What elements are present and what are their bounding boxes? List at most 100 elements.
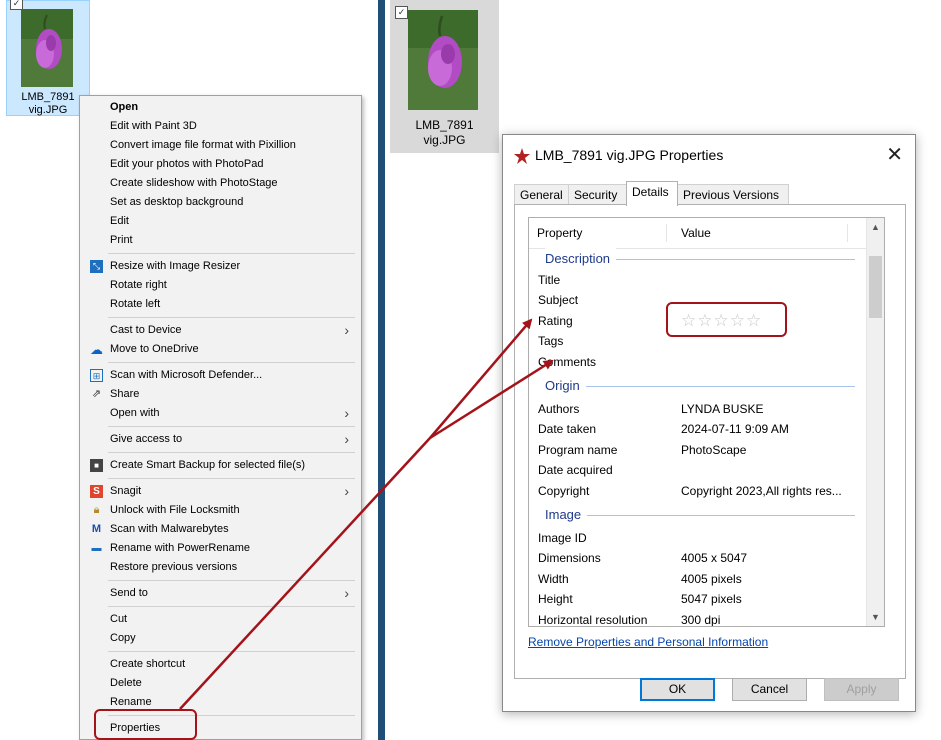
menu-item-send-to[interactable]: Send to › bbox=[80, 584, 361, 603]
menu-item-edit[interactable]: Edit bbox=[80, 212, 361, 231]
scroll-up-icon[interactable]: ▲ bbox=[871, 222, 880, 232]
apply-button[interactable]: Apply bbox=[824, 678, 899, 701]
menu-item-open[interactable]: Open bbox=[80, 98, 361, 117]
file-icon-selected[interactable]: ✓ LMB_7891 vig.JPG bbox=[6, 0, 90, 116]
snagit-icon: S bbox=[90, 485, 103, 498]
lock-icon: 🔒︎ bbox=[93, 504, 100, 516]
menu-item-defender[interactable]: ⊞ Scan with Microsoft Defender... bbox=[80, 366, 361, 385]
share-icon: ⇗ bbox=[91, 388, 102, 400]
menu-separator bbox=[108, 478, 355, 479]
cancel-button[interactable]: Cancel bbox=[732, 678, 807, 701]
scroll-down-icon[interactable]: ▼ bbox=[871, 612, 880, 622]
row-dimensions[interactable]: Dimensions 4005 x 5047 bbox=[529, 548, 869, 568]
dialog-title: LMB_7891 vig.JPG Properties bbox=[535, 147, 724, 163]
chevron-right-icon: › bbox=[344, 585, 349, 601]
powerrename-icon: ▬ bbox=[91, 543, 102, 554]
tab-details[interactable]: Details bbox=[626, 181, 678, 206]
panel-divider bbox=[378, 0, 385, 740]
menu-item-open-with[interactable]: Open with › bbox=[80, 404, 361, 423]
column-header-property[interactable]: Property bbox=[537, 218, 582, 248]
properties-highlight bbox=[94, 709, 197, 740]
group-image: Image bbox=[529, 504, 869, 526]
column-divider[interactable] bbox=[847, 224, 848, 242]
column-divider[interactable] bbox=[666, 224, 667, 242]
group-description: Description bbox=[529, 248, 869, 270]
file-name-line2: vig.JPG bbox=[423, 133, 466, 147]
onedrive-icon: ☁ bbox=[90, 342, 103, 357]
menu-separator bbox=[108, 452, 355, 453]
menu-separator bbox=[108, 606, 355, 607]
scrollbar-thumb[interactable] bbox=[869, 256, 882, 318]
menu-item-desktop-background[interactable]: Set as desktop background bbox=[80, 193, 361, 212]
menu-item-restore-versions[interactable]: Restore previous versions bbox=[80, 558, 361, 577]
row-image-id[interactable]: Image ID bbox=[529, 528, 869, 548]
menu-item-share[interactable]: ⇗ Share bbox=[80, 385, 361, 404]
row-width[interactable]: Width 4005 pixels bbox=[529, 569, 869, 589]
row-copyright[interactable]: Copyright Copyright 2023,All rights res..… bbox=[529, 481, 869, 501]
remove-properties-link[interactable]: Remove Properties and Personal Informati… bbox=[528, 635, 768, 649]
menu-item-cast-to-device[interactable]: Cast to Device › bbox=[80, 321, 361, 340]
menu-item-delete[interactable]: Delete bbox=[80, 674, 361, 693]
row-comments[interactable]: Comments bbox=[529, 352, 869, 372]
checkbox-icon[interactable]: ✓ bbox=[395, 6, 408, 19]
menu-separator bbox=[108, 580, 355, 581]
menu-item-image-resizer[interactable]: ⤡ Resize with Image Resizer bbox=[80, 257, 361, 276]
grid-header: Property Value bbox=[529, 218, 869, 249]
row-title[interactable]: Title bbox=[529, 270, 869, 290]
row-date-taken[interactable]: Date taken 2024-07-11 9:09 AM bbox=[529, 419, 869, 439]
file-icon[interactable]: ✓ LMB_7891 vig.JPG bbox=[390, 0, 499, 153]
menu-item-smart-backup[interactable]: ■ Create Smart Backup for selected file(… bbox=[80, 456, 361, 475]
row-height[interactable]: Height 5047 pixels bbox=[529, 589, 869, 609]
menu-separator bbox=[108, 253, 355, 254]
menu-item-photostage[interactable]: Create slideshow with PhotoStage bbox=[80, 174, 361, 193]
file-name-line1: LMB_7891 bbox=[415, 118, 474, 132]
menu-separator bbox=[108, 426, 355, 427]
photo-app-icon bbox=[514, 148, 530, 164]
file-name-line1: LMB_7891 bbox=[21, 91, 75, 103]
menu-separator bbox=[108, 362, 355, 363]
menu-item-onedrive[interactable]: ☁ Move to OneDrive bbox=[80, 340, 361, 359]
file-name-line2: vig.JPG bbox=[28, 104, 68, 116]
menu-item-pixillion[interactable]: Convert image file format with Pixillion bbox=[80, 136, 361, 155]
chevron-right-icon: › bbox=[344, 483, 349, 499]
menu-item-rotate-left[interactable]: Rotate left bbox=[80, 295, 361, 314]
menu-item-snagit[interactable]: S Snagit › bbox=[80, 482, 361, 501]
context-menu: Open Edit with Paint 3D Convert image fi… bbox=[79, 95, 362, 740]
row-program-name[interactable]: Program name PhotoScape bbox=[529, 440, 869, 460]
menu-item-edit-paint3d[interactable]: Edit with Paint 3D bbox=[80, 117, 361, 136]
menu-item-photopad[interactable]: Edit your photos with PhotoPad bbox=[80, 155, 361, 174]
flower-thumbnail-icon bbox=[21, 9, 73, 87]
menu-item-print[interactable]: Print bbox=[80, 231, 361, 250]
menu-item-cut[interactable]: Cut bbox=[80, 610, 361, 629]
menu-item-malwarebytes[interactable]: M Scan with Malwarebytes bbox=[80, 520, 361, 539]
defender-icon: ⊞ bbox=[90, 369, 103, 382]
menu-item-give-access[interactable]: Give access to › bbox=[80, 430, 361, 449]
menu-item-create-shortcut[interactable]: Create shortcut bbox=[80, 655, 361, 674]
details-grid[interactable]: Property Value Description Title Subject… bbox=[528, 217, 885, 627]
ok-button[interactable]: OK bbox=[640, 678, 715, 701]
group-origin: Origin bbox=[529, 375, 869, 397]
image-resizer-icon: ⤡ bbox=[90, 260, 103, 273]
flower-thumbnail-icon bbox=[408, 10, 478, 110]
row-horizontal-resolution[interactable]: Horizontal resolution 300 dpi bbox=[529, 610, 869, 626]
chevron-right-icon: › bbox=[344, 405, 349, 421]
menu-item-file-locksmith[interactable]: 🔒︎ Unlock with File Locksmith bbox=[80, 501, 361, 520]
tab-previous-versions[interactable]: Previous Versions bbox=[677, 184, 789, 205]
column-header-value[interactable]: Value bbox=[681, 218, 711, 248]
row-date-acquired[interactable]: Date acquired bbox=[529, 460, 869, 480]
chevron-right-icon: › bbox=[344, 431, 349, 447]
tab-general[interactable]: General bbox=[514, 184, 569, 205]
menu-item-powerrename[interactable]: ▬ Rename with PowerRename bbox=[80, 539, 361, 558]
malwarebytes-icon: M bbox=[91, 523, 102, 535]
menu-separator bbox=[108, 651, 355, 652]
rating-highlight bbox=[666, 302, 787, 337]
smart-backup-icon: ■ bbox=[90, 459, 103, 472]
vertical-scrollbar[interactable]: ▲ ▼ bbox=[866, 218, 884, 626]
menu-item-rotate-right[interactable]: Rotate right bbox=[80, 276, 361, 295]
chevron-right-icon: › bbox=[344, 322, 349, 338]
tab-security[interactable]: Security bbox=[568, 184, 628, 205]
menu-item-copy[interactable]: Copy bbox=[80, 629, 361, 648]
row-authors[interactable]: Authors LYNDA BUSKE bbox=[529, 399, 869, 419]
properties-dialog: LMB_7891 vig.JPG Properties ✕ General Se… bbox=[502, 134, 916, 712]
close-icon[interactable]: ✕ bbox=[886, 142, 903, 167]
